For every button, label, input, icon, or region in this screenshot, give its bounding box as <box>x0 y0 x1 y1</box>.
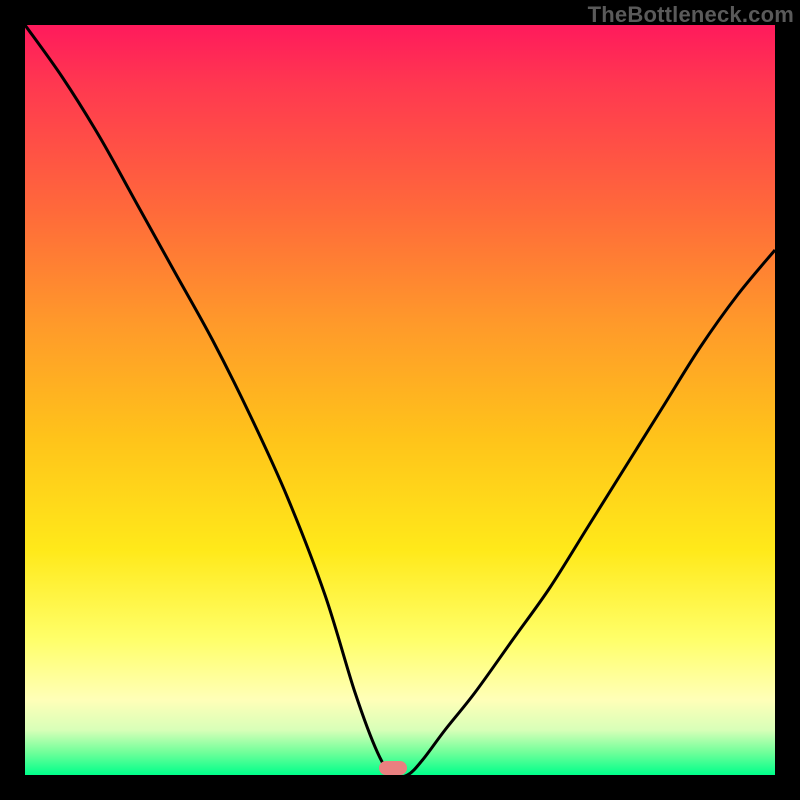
chart-frame <box>25 25 775 775</box>
curve-path <box>25 25 775 775</box>
optimal-point-marker <box>379 761 407 775</box>
bottleneck-curve <box>25 25 775 775</box>
